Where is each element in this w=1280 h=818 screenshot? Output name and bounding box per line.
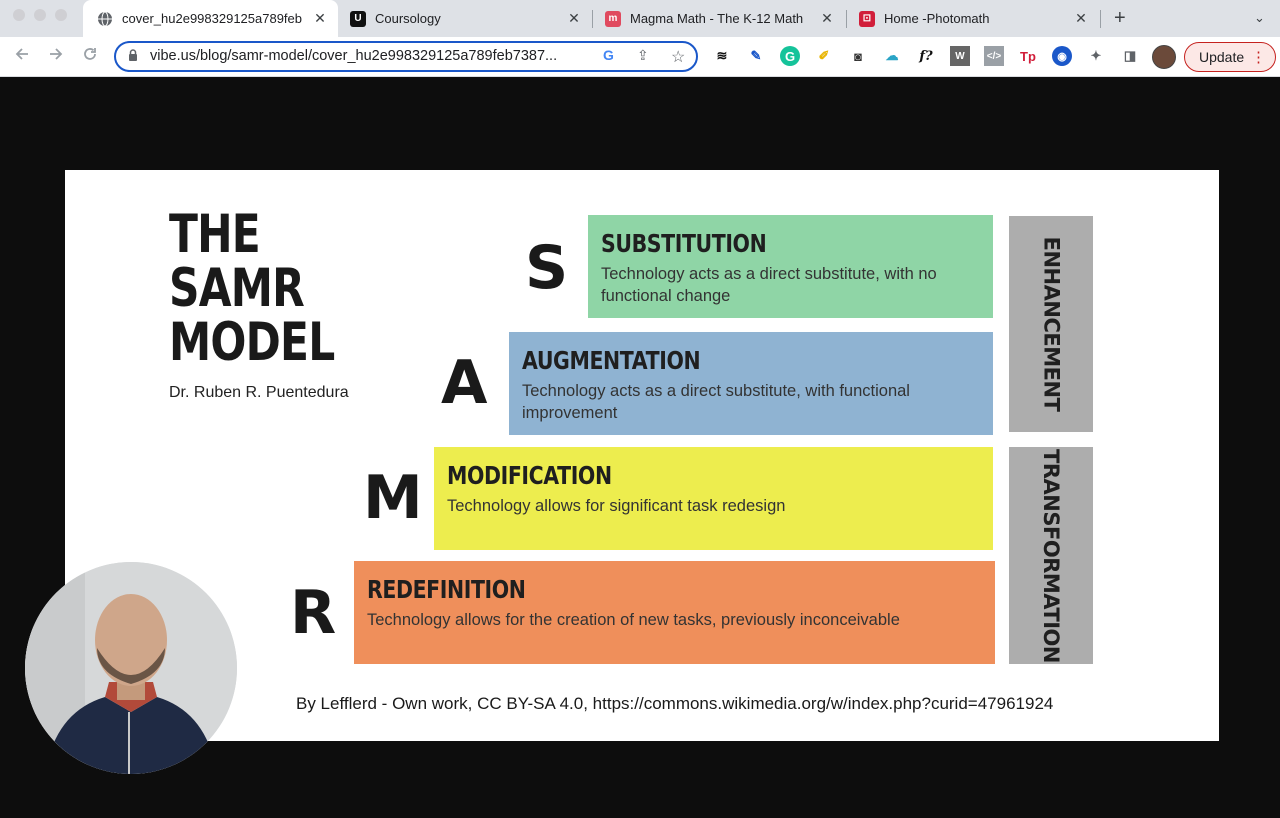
slide-title: THE SAMR MODEL — [169, 204, 335, 373]
substitution-bar: SUBSTITUTION Technology acts as a direct… — [588, 215, 993, 318]
modification-description: Technology allows for significant task r… — [447, 497, 786, 515]
tab-title: Home -Photomath — [884, 11, 990, 26]
modification-heading: MODIFICATION — [447, 461, 612, 490]
tab-photomath[interactable]: ⊡ Home -Photomath ✕ — [845, 0, 1099, 37]
close-tab-icon[interactable]: ✕ — [566, 10, 582, 27]
browser-toolbar: vibe.us/blog/samr-model/cover_hu2e998329… — [0, 37, 1280, 77]
tab-title: Coursology — [375, 11, 441, 26]
globe-icon — [97, 11, 113, 27]
tab-magma-math[interactable]: m Magma Math - The K-12 Math ✕ — [591, 0, 845, 37]
buffer-extension-icon[interactable]: ≋ — [712, 46, 732, 66]
title-line: THE — [169, 204, 261, 265]
profile-avatar[interactable] — [1152, 45, 1176, 69]
presenter-webcam — [25, 562, 237, 774]
augmentation-heading: AUGMENTATION — [522, 346, 701, 375]
tab-title: cover_hu2e998329125a789feb — [122, 11, 303, 26]
title-line: MODEL — [169, 312, 335, 373]
enhancement-group: ENHANCEMENT — [1009, 216, 1093, 432]
circle-extension-icon[interactable]: ◉ — [1052, 46, 1072, 66]
share-icon[interactable]: ⇪ — [637, 47, 649, 64]
substitution-description: Technology acts as a direct substitute, … — [601, 265, 937, 305]
highlighter-extension-icon[interactable]: ✐ — [814, 46, 834, 66]
tab-coursology[interactable]: U Coursology ✕ — [336, 0, 592, 37]
letter-m: M — [363, 463, 423, 533]
grammarly-icon[interactable]: G — [780, 46, 800, 66]
lock-icon — [129, 49, 137, 61]
forward-button[interactable] — [47, 45, 65, 69]
maximize-window-button[interactable] — [55, 9, 67, 21]
side-panel-icon[interactable]: ◨ — [1120, 46, 1140, 66]
extensions-puzzle-icon[interactable]: ✦ — [1086, 46, 1106, 66]
close-tab-icon[interactable]: ✕ — [312, 10, 328, 27]
image-credit: By Lefflerd - Own work, CC BY-SA 4.0, ht… — [296, 694, 1054, 713]
close-window-button[interactable] — [13, 9, 25, 21]
minimize-window-button[interactable] — [34, 9, 46, 21]
tab-search-button[interactable]: ⌄ — [1254, 10, 1265, 26]
function-extension-icon[interactable]: f? — [916, 46, 936, 66]
letter-s: S — [525, 233, 569, 303]
tab-separator — [1100, 10, 1101, 28]
update-button[interactable]: Update ⋮ — [1184, 42, 1276, 72]
augmentation-bar: AUGMENTATION Technology acts as a direct… — [509, 332, 993, 435]
letter-a: A — [441, 348, 488, 418]
code-extension-icon[interactable]: </> — [984, 46, 1004, 66]
slide-author: Dr. Ruben R. Puentedura — [169, 384, 349, 401]
letter-r: R — [290, 578, 337, 648]
redefinition-bar: REDEFINITION Technology allows for the c… — [354, 561, 995, 664]
wordtune-icon[interactable]: W — [950, 46, 970, 66]
coursology-icon: U — [350, 10, 366, 27]
tab-strip: cover_hu2e998329125a789feb ✕ U Coursolog… — [0, 0, 1280, 37]
url-text: vibe.us/blog/samr-model/cover_hu2e998329… — [150, 48, 558, 64]
redefinition-heading: REDEFINITION — [367, 575, 526, 604]
google-lens-icon[interactable]: G — [603, 47, 614, 63]
teacherspayteachers-icon[interactable]: Tp — [1018, 46, 1038, 66]
title-line: SAMR — [169, 258, 305, 319]
eyedropper-extension-icon[interactable]: ✎ — [746, 46, 766, 66]
address-bar[interactable]: vibe.us/blog/samr-model/cover_hu2e998329… — [114, 41, 698, 72]
redefinition-description: Technology allows for the creation of ne… — [367, 611, 900, 629]
enhancement-label: ENHANCEMENT — [1039, 236, 1064, 412]
tab-cover-image[interactable]: cover_hu2e998329125a789feb ✕ — [83, 0, 338, 37]
back-button[interactable] — [13, 45, 31, 69]
close-tab-icon[interactable]: ✕ — [1073, 10, 1089, 27]
more-menu-icon[interactable]: ⋮ — [1251, 48, 1266, 66]
bookmark-star-icon[interactable]: ☆ — [671, 47, 685, 67]
substitution-heading: SUBSTITUTION — [601, 229, 767, 258]
photomath-icon: ⊡ — [859, 10, 875, 27]
augmentation-description: Technology acts as a direct substitute, … — [522, 382, 910, 422]
modification-bar: MODIFICATION Technology allows for signi… — [434, 447, 993, 550]
tab-title: Magma Math - The K-12 Math — [630, 11, 804, 26]
update-label: Update — [1199, 49, 1245, 65]
presenter-icon — [25, 562, 237, 774]
screencastify-icon[interactable]: ◙ — [848, 46, 868, 66]
reload-button[interactable] — [81, 45, 99, 69]
samr-slide: THE SAMR MODEL Dr. Ruben R. Puentedura S… — [65, 170, 1219, 741]
new-tab-button[interactable]: + — [1114, 7, 1126, 29]
transformation-label: TRANSFORMATION — [1039, 448, 1063, 663]
transformation-group: TRANSFORMATION — [1009, 447, 1093, 664]
cloud-extension-icon[interactable]: ☁ — [882, 46, 902, 66]
magma-math-icon: m — [605, 10, 621, 27]
close-tab-icon[interactable]: ✕ — [819, 10, 835, 27]
